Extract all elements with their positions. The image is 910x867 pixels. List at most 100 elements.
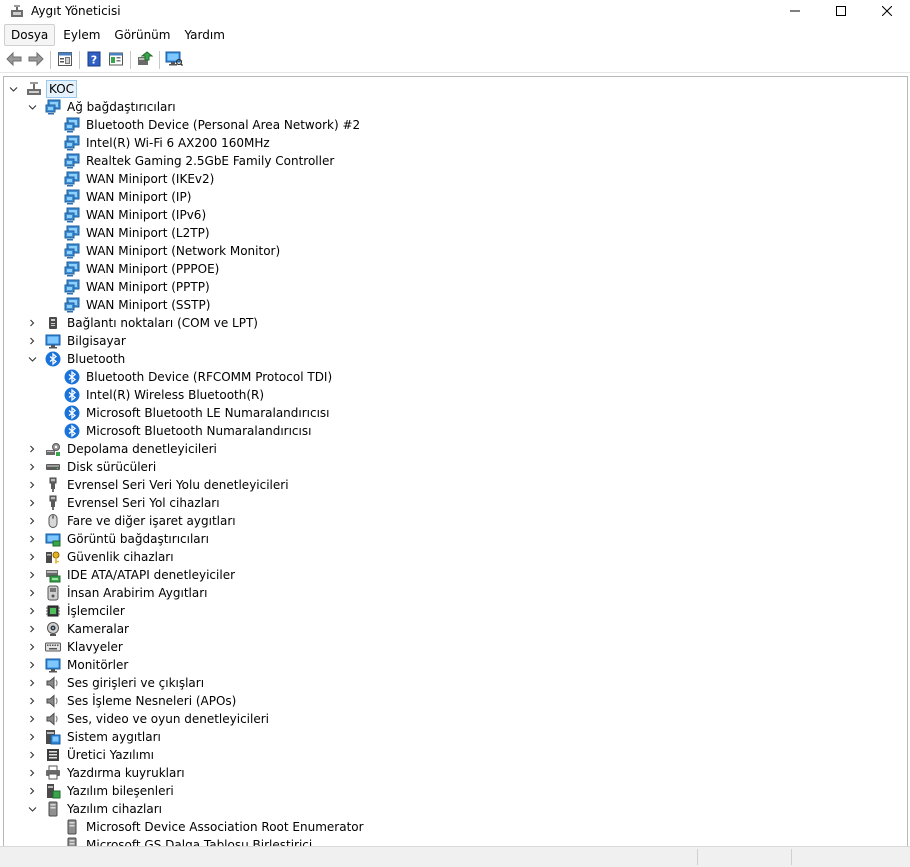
update-driver-button[interactable] [134,49,156,71]
chevron-right-icon[interactable] [27,552,37,562]
tree-category[interactable]: Ses, video ve oyun denetleyicileri [27,710,271,728]
update-driver-icon [137,50,154,70]
tree-category[interactable]: Yazdırma kuyrukları [27,764,187,782]
tree-category[interactable]: Monitörler [27,656,130,674]
menu-dosya[interactable]: Dosya [4,24,56,46]
menu-eylem[interactable]: Eylem [57,25,106,45]
tree-category[interactable]: İşlemciler [27,602,127,620]
tree-category[interactable]: Yazılım cihazları [27,800,164,818]
chevron-right-icon[interactable] [27,606,37,616]
maximize-button[interactable] [818,0,864,22]
tree-category[interactable]: Sistem aygıtları [27,728,163,746]
tree-item[interactable]: Bluetooth Device (RFCOMM Protocol TDI) [46,368,334,386]
chevron-right-icon[interactable] [27,498,37,508]
chevron-right-icon[interactable] [27,678,37,688]
chevron-right-icon[interactable] [27,444,37,454]
tree-category[interactable]: Yazılım bileşenleri [27,782,176,800]
tree-item[interactable]: Intel(R) Wi-Fi 6 AX200 160MHz [46,134,272,152]
chevron-right-icon[interactable] [27,570,37,580]
network-adapter-icon [64,297,80,313]
tree-category[interactable]: Üretici Yazılımı [27,746,156,764]
tree-item[interactable]: WAN Miniport (IPv6) [46,206,208,224]
close-button[interactable] [864,0,910,22]
tree-category[interactable]: Ağ bağdaştırıcıları [27,98,178,116]
chevron-right-icon[interactable] [27,480,37,490]
tree-category[interactable]: Depolama denetleyicileri [27,440,219,458]
tree-item[interactable]: WAN Miniport (PPTP) [46,278,212,296]
tree-category[interactable]: Fare ve diğer işaret aygıtları [27,512,238,530]
device-tree[interactable]: KOC Ağ bağdaştırıcıları Bluetooth Device (… [3,76,908,847]
chevron-down-icon[interactable] [8,84,18,94]
tree-category[interactable]: Görüntü bağdaştırıcıları [27,530,211,548]
tree-item[interactable]: WAN Miniport (SSTP) [46,296,212,314]
driver-view-button[interactable] [105,49,127,71]
chevron-right-icon[interactable] [27,660,37,670]
tree-item-label: Microsoft Bluetooth Numaralandırıcısı [86,424,312,438]
tree-item[interactable]: Microsoft Bluetooth Numaralandırıcısı [46,422,313,440]
tree-category[interactable]: Ses İşleme Nesneleri (APOs) [27,692,238,710]
chevron-right-icon[interactable] [27,624,37,634]
tree-item[interactable]: WAN Miniport (PPPOE) [46,260,221,278]
tree-category[interactable]: Evrensel Seri Veri Yolu denetleyicileri [27,476,291,494]
software-device-icon [64,819,80,835]
chevron-right-icon[interactable] [27,732,37,742]
scan-hardware-button[interactable] [163,49,185,71]
help-icon: ? [86,51,102,70]
chevron-right-icon[interactable] [27,642,37,652]
tree-category[interactable]: İnsan Arabirim Aygıtları [27,584,210,602]
tree-item-label: Üretici Yazılımı [67,748,154,762]
help-button[interactable]: ? [83,49,105,71]
tree-item[interactable]: WAN Miniport (Network Monitor) [46,242,282,260]
tree-category[interactable]: Güvenlik cihazları [27,548,176,566]
tree-item-label: KOC [46,80,78,98]
back-arrow-button[interactable] [3,49,25,71]
tree-item-label: Bluetooth Device (RFCOMM Protocol TDI) [86,370,333,384]
tree-category[interactable]: Bağlantı noktaları (COM ve LPT) [27,314,260,332]
chevron-down-icon[interactable] [27,102,37,112]
tree-category[interactable]: IDE ATA/ATAPI denetleyiciler [27,566,237,584]
menu-gorunum[interactable]: Görünüm [108,25,176,45]
chevron-right-icon[interactable] [27,588,37,598]
driver-view-icon [108,51,124,70]
tree-item-label: Bluetooth [67,352,126,366]
status-segment [791,849,792,865]
chevron-right-icon[interactable] [27,750,37,760]
chevron-right-icon[interactable] [27,462,37,472]
tree-item[interactable]: Intel(R) Wireless Bluetooth(R) [46,386,266,404]
chevron-right-icon[interactable] [27,696,37,706]
tree-item[interactable]: WAN Miniport (IKEv2) [46,170,216,188]
chevron-right-icon[interactable] [27,318,37,328]
menu-bar: Dosya Eylem Görünüm Yardım [0,23,910,47]
chevron-down-icon[interactable] [27,354,37,364]
tree-category[interactable]: Kameralar [27,620,131,638]
tree-item[interactable]: Realtek Gaming 2.5GbE Family Controller [46,152,336,170]
chevron-right-icon[interactable] [27,768,37,778]
tree-item[interactable]: WAN Miniport (L2TP) [46,224,212,242]
properties-button[interactable] [54,49,76,71]
tree-category[interactable]: Klavyeler [27,638,125,656]
chevron-right-icon[interactable] [27,714,37,724]
chevron-right-icon[interactable] [27,534,37,544]
bluetooth-icon [64,405,80,421]
menu-yard-m[interactable]: Yardım [178,25,230,45]
tree-item[interactable]: Microsoft Bluetooth LE Numaralandırıcısı [46,404,332,422]
tree-item[interactable]: Microsoft Device Association Root Enumer… [46,818,366,836]
tree-root[interactable]: KOC [8,80,78,98]
tree-item[interactable]: WAN Miniport (IP) [46,188,193,206]
svg-text:?: ? [91,53,97,66]
chevron-right-icon[interactable] [27,336,37,346]
tree-item-label: Bluetooth Device (Personal Area Network)… [86,118,361,132]
tree-category[interactable]: Bluetooth [27,350,127,368]
tree-category[interactable]: Ses girişleri ve çıkışları [27,674,206,692]
tree-category[interactable]: Evrensel Seri Yol cihazları [27,494,222,512]
tree-category[interactable]: Disk sürücüleri [27,458,158,476]
chevron-right-icon[interactable] [27,786,37,796]
speaker-icon [45,675,61,691]
chevron-right-icon[interactable] [27,516,37,526]
tree-category[interactable]: Bilgisayar [27,332,128,350]
tree-item[interactable]: Bluetooth Device (Personal Area Network)… [46,116,362,134]
chevron-down-icon[interactable] [27,804,37,814]
minimize-button[interactable] [772,0,818,22]
tree-item-label: Ses İşleme Nesneleri (APOs) [67,694,237,708]
forward-arrow-button[interactable] [25,49,47,71]
